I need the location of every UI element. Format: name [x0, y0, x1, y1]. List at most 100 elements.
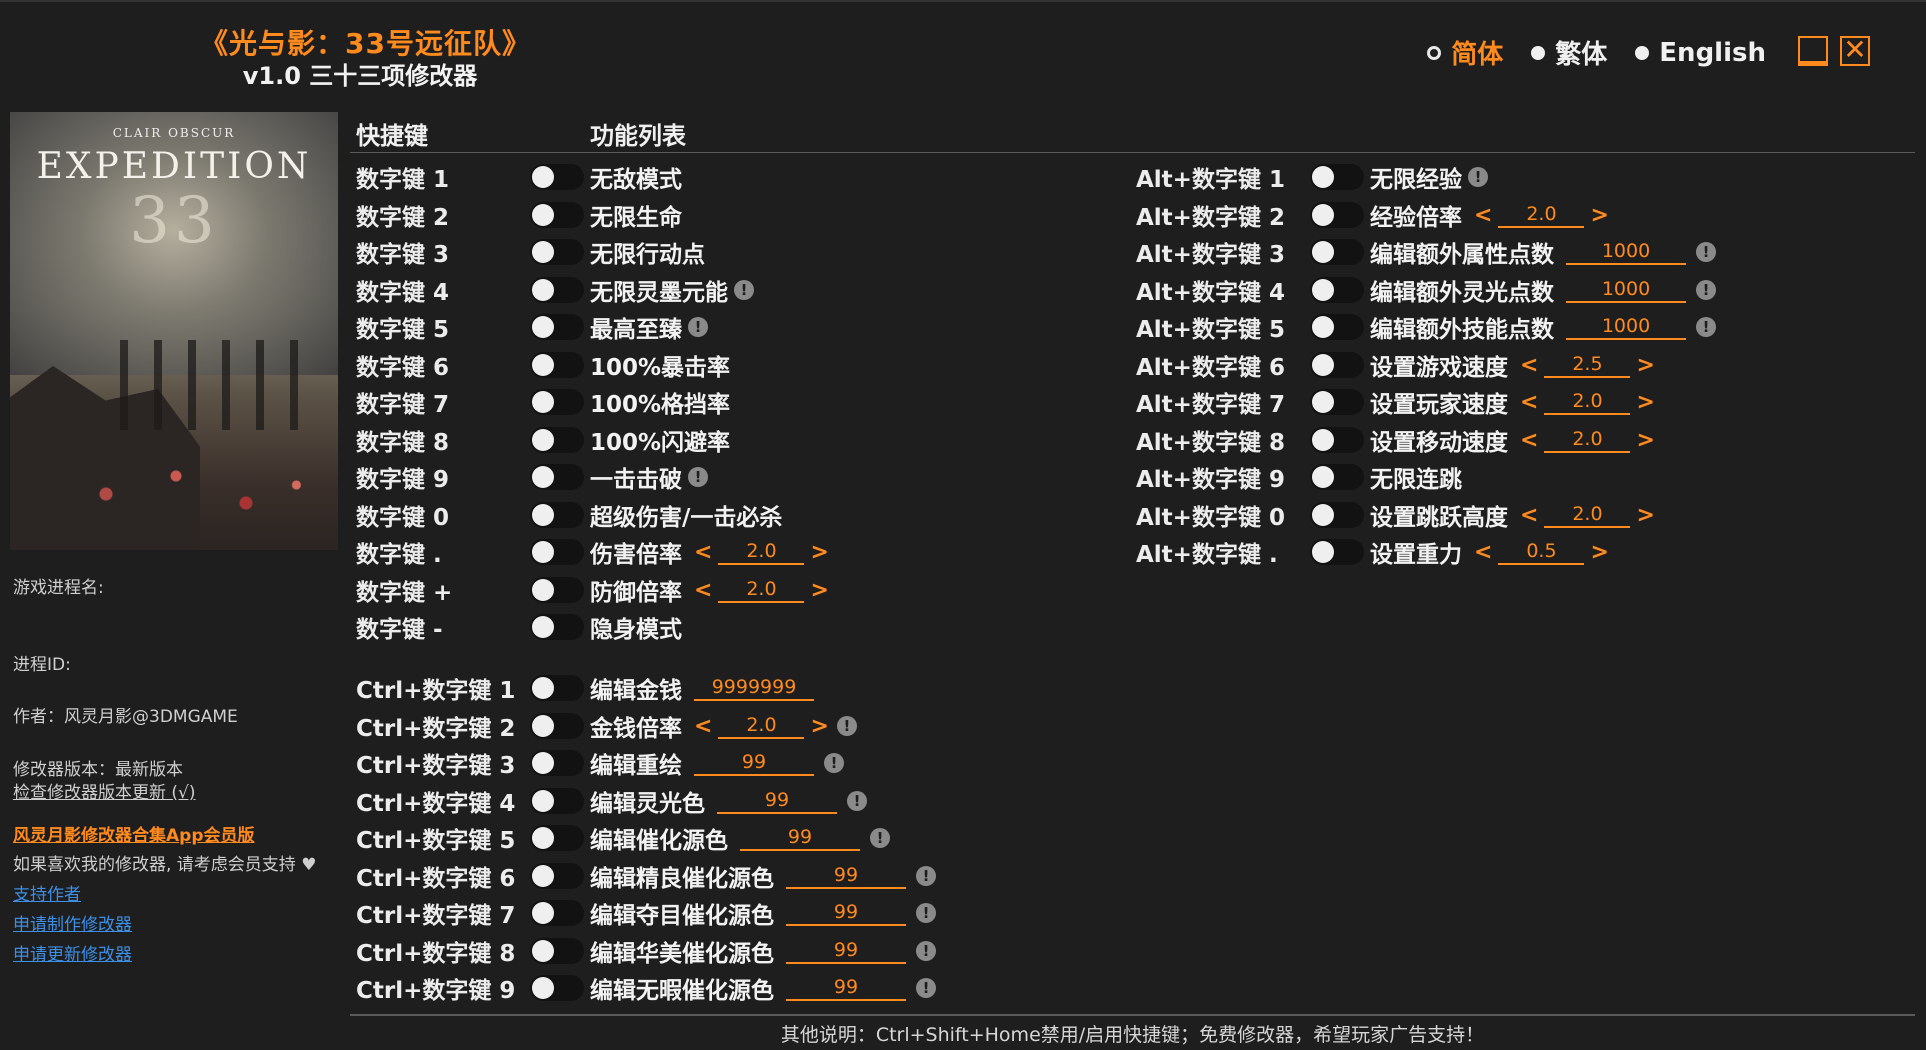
info-icon[interactable]: ! — [734, 280, 754, 300]
feature-toggle[interactable] — [530, 389, 584, 415]
increase-arrow-icon[interactable]: > — [1588, 203, 1610, 228]
feature-toggle[interactable] — [530, 825, 584, 851]
info-icon[interactable]: ! — [916, 866, 936, 886]
feature-toggle[interactable] — [530, 713, 584, 739]
feature-toggle[interactable] — [1310, 277, 1364, 303]
hotkey-label: Ctrl+数字键 7 — [356, 903, 516, 929]
info-icon[interactable]: ! — [1468, 167, 1488, 187]
edit-value-input[interactable]: 99 — [786, 863, 906, 889]
feature-toggle[interactable] — [1310, 389, 1364, 415]
info-icon[interactable]: ! — [916, 978, 936, 998]
lang-english-radio[interactable]: English — [1635, 38, 1766, 68]
edit-value-input[interactable]: 99 — [786, 900, 906, 926]
feature-toggle[interactable] — [530, 352, 584, 378]
info-icon[interactable]: ! — [824, 753, 844, 773]
feature-toggle[interactable] — [530, 788, 584, 814]
feature-toggle[interactable] — [530, 464, 584, 490]
minimize-icon[interactable] — [1798, 36, 1828, 66]
increase-arrow-icon[interactable]: > — [1634, 428, 1656, 453]
feature-row: Alt+数字键 0 设置跳跃高度 <2.0 > — [1136, 498, 1890, 532]
feature-toggle[interactable] — [530, 427, 584, 453]
info-icon[interactable]: ! — [688, 317, 708, 337]
close-icon[interactable]: ✕ — [1840, 36, 1870, 66]
feature-toggle[interactable] — [530, 577, 584, 603]
info-icon[interactable]: ! — [847, 791, 867, 811]
decrease-arrow-icon[interactable]: < — [692, 540, 714, 565]
feature-toggle[interactable] — [530, 900, 584, 926]
edit-value-input[interactable]: 1000 — [1566, 277, 1686, 303]
feature-toggle[interactable] — [1310, 464, 1364, 490]
decrease-arrow-icon[interactable]: < — [1518, 428, 1540, 453]
info-icon[interactable]: ! — [916, 941, 936, 961]
feature-item: 伤害倍率 <2.0 > — [590, 535, 831, 569]
feature-toggle[interactable] — [1310, 539, 1364, 565]
info-icon[interactable]: ! — [870, 828, 890, 848]
edit-value-input[interactable]: 99 — [740, 825, 860, 851]
feature-toggle[interactable] — [530, 863, 584, 889]
feature-toggle[interactable] — [1310, 502, 1364, 528]
decrease-arrow-icon[interactable]: < — [1518, 503, 1540, 528]
feature-toggle[interactable] — [530, 502, 584, 528]
lang-simplified-radio[interactable]: 简体 — [1427, 34, 1503, 71]
feature-toggle[interactable] — [1310, 427, 1364, 453]
edit-value-input[interactable]: 99 — [694, 750, 814, 776]
info-icon[interactable]: ! — [688, 467, 708, 487]
feature-name: 编辑精良催化源色 — [590, 866, 774, 892]
feature-toggle[interactable] — [530, 277, 584, 303]
increase-arrow-icon[interactable]: > — [1634, 390, 1656, 415]
decrease-arrow-icon[interactable]: < — [1472, 540, 1494, 565]
vip-app-link[interactable]: 风灵月影修改器合集App会员版 — [13, 821, 255, 846]
feature-toggle[interactable] — [1310, 352, 1364, 378]
feature-toggle[interactable] — [530, 314, 584, 340]
decrease-arrow-icon[interactable]: < — [1518, 353, 1540, 378]
feature-toggle[interactable] — [530, 164, 584, 190]
increase-arrow-icon[interactable]: > — [1634, 353, 1656, 378]
info-icon[interactable]: ! — [916, 903, 936, 923]
request-trainer-link[interactable]: 申请制作修改器 — [13, 910, 132, 935]
info-icon[interactable]: ! — [836, 716, 857, 736]
edit-value-input[interactable]: 99 — [786, 975, 906, 1001]
feature-toggle[interactable] — [1310, 202, 1364, 228]
feature-toggle[interactable] — [1310, 239, 1364, 265]
feature-toggle[interactable] — [530, 239, 584, 265]
feature-toggle[interactable] — [1310, 314, 1364, 340]
feature-toggle[interactable] — [530, 975, 584, 1001]
edit-value-input[interactable]: 99 — [786, 938, 906, 964]
feature-toggle[interactable] — [1310, 164, 1364, 190]
increase-arrow-icon[interactable]: > — [808, 578, 830, 603]
value-field[interactable]: 0.5 — [1498, 539, 1585, 565]
value-field[interactable]: 2.0 — [718, 539, 805, 565]
info-icon[interactable]: ! — [1696, 280, 1716, 300]
decrease-arrow-icon[interactable]: < — [692, 714, 714, 739]
value-field[interactable]: 2.0 — [1544, 502, 1631, 528]
value-field[interactable]: 2.5 — [1544, 352, 1631, 378]
increase-arrow-icon[interactable]: > — [808, 714, 830, 739]
edit-value-input[interactable]: 1000 — [1566, 314, 1686, 340]
feature-toggle[interactable] — [530, 614, 584, 640]
value-field[interactable]: 2.0 — [718, 713, 805, 739]
decrease-arrow-icon[interactable]: < — [1518, 390, 1540, 415]
value-field[interactable]: 2.0 — [1544, 427, 1631, 453]
edit-value-input[interactable]: 9999999 — [694, 675, 814, 701]
increase-arrow-icon[interactable]: > — [1634, 503, 1656, 528]
value-field[interactable]: 2.0 — [1544, 389, 1631, 415]
support-author-link[interactable]: 支持作者 — [13, 880, 81, 905]
feature-toggle[interactable] — [530, 539, 584, 565]
decrease-arrow-icon[interactable]: < — [1472, 203, 1494, 228]
lang-traditional-radio[interactable]: 繁体 — [1531, 34, 1607, 71]
feature-toggle[interactable] — [530, 938, 584, 964]
increase-arrow-icon[interactable]: > — [1588, 540, 1610, 565]
value-field[interactable]: 2.0 — [1498, 202, 1585, 228]
feature-toggle[interactable] — [530, 202, 584, 228]
decrease-arrow-icon[interactable]: < — [692, 578, 714, 603]
increase-arrow-icon[interactable]: > — [808, 540, 830, 565]
edit-value-input[interactable]: 99 — [717, 788, 837, 814]
feature-toggle[interactable] — [530, 750, 584, 776]
value-field[interactable]: 2.0 — [718, 577, 805, 603]
feature-toggle[interactable] — [530, 675, 584, 701]
info-icon[interactable]: ! — [1696, 317, 1716, 337]
check-update-link[interactable]: 检查修改器版本更新 (√) — [13, 778, 196, 803]
edit-value-input[interactable]: 1000 — [1566, 239, 1686, 265]
info-icon[interactable]: ! — [1696, 242, 1716, 262]
request-update-link[interactable]: 申请更新修改器 — [13, 940, 132, 965]
